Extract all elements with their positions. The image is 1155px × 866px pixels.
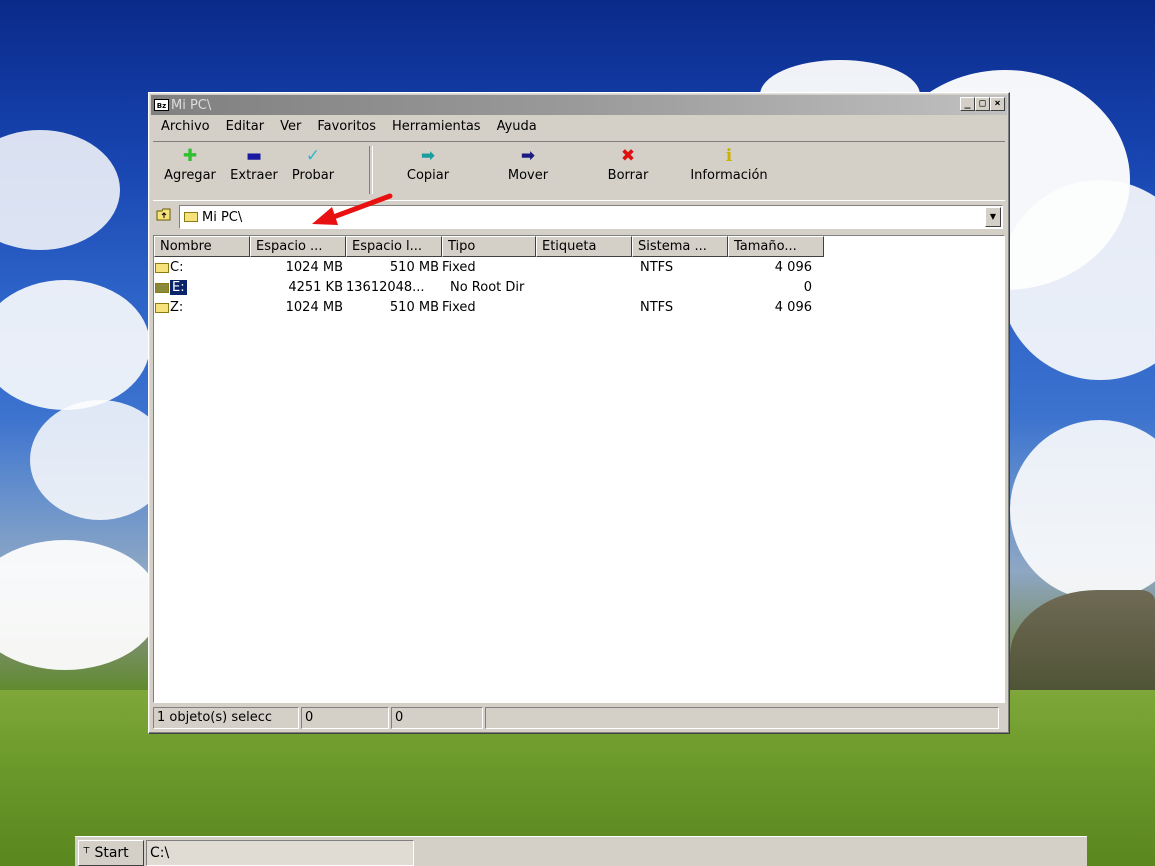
- info-icon: i: [725, 146, 733, 166]
- menu-herramientas[interactable]: Herramientas: [384, 117, 489, 137]
- drive-name: C:: [170, 260, 184, 275]
- copy-button[interactable]: ➡ Copiar: [393, 146, 463, 183]
- drive-name: E:: [170, 280, 187, 295]
- cluster-size: 4 096: [774, 300, 812, 315]
- add-label: Agregar: [164, 168, 216, 183]
- total-space: 4251 KB: [288, 280, 343, 295]
- maximize-button[interactable]: □: [975, 97, 990, 111]
- file-system: NTFS: [640, 300, 674, 315]
- move-arrow-icon: ➡: [520, 146, 536, 166]
- file-system: [632, 278, 728, 298]
- folder-icon: [184, 212, 198, 222]
- menu-bar: Archivo Editar Ver Favoritos Herramienta…: [153, 117, 545, 137]
- toolbar: ✚ Agregar ▬ Extraer ✓ Probar ➡ Copiar ➡ …: [153, 141, 1005, 201]
- free-space: 510 MB: [389, 260, 439, 275]
- drive-icon: [155, 302, 169, 313]
- menu-ayuda[interactable]: Ayuda: [489, 117, 545, 137]
- file-manager-window: Bz Mi PC\ _ □ × Archivo Editar Ver Favor…: [148, 92, 1010, 734]
- red-arrow-annotation-icon: [312, 193, 393, 225]
- add-button[interactable]: ✚ Agregar: [159, 146, 221, 183]
- start-flag-icon: ⸆: [83, 845, 90, 861]
- info-label: Información: [690, 168, 768, 183]
- drive-label: [536, 298, 632, 318]
- table-row[interactable]: Z: 1024 MB 510 MB Fixed NTFS 4 096: [154, 298, 824, 318]
- drive-icon: [155, 262, 169, 273]
- delete-button[interactable]: ✖ Borrar: [593, 146, 663, 183]
- menu-editar[interactable]: Editar: [218, 117, 273, 137]
- file-system: NTFS: [640, 260, 674, 275]
- col-espacio-total[interactable]: Espacio ...: [250, 236, 346, 257]
- extract-label: Extraer: [230, 168, 278, 183]
- drive-name: Z:: [170, 300, 184, 315]
- info-button[interactable]: i Información: [677, 146, 781, 183]
- check-icon: ✓: [305, 146, 321, 166]
- col-espacio-libre[interactable]: Espacio l...: [346, 236, 442, 257]
- total-space: 1024 MB: [285, 260, 343, 275]
- test-button[interactable]: ✓ Probar: [285, 146, 341, 183]
- drive-icon: [155, 282, 169, 293]
- col-sistema[interactable]: Sistema ...: [632, 236, 728, 257]
- status-size: 0: [301, 707, 389, 729]
- delete-x-icon: ✖: [620, 146, 636, 166]
- col-tamano[interactable]: Tamaño...: [728, 236, 824, 257]
- move-label: Mover: [507, 168, 549, 183]
- address-bar: Mi PC\ ▼: [153, 203, 1005, 231]
- menu-ver[interactable]: Ver: [272, 117, 309, 137]
- drive-type: Fixed: [442, 300, 476, 315]
- chevron-down-icon[interactable]: ▼: [985, 207, 1001, 227]
- free-space: 510 MB: [389, 300, 439, 315]
- copy-arrow-icon: ➡: [420, 146, 436, 166]
- test-label: Probar: [291, 168, 335, 183]
- column-headers: Nombre Espacio ... Espacio l... Tipo Eti…: [154, 236, 824, 257]
- drive-label: [536, 258, 632, 278]
- window-title: Mi PC\: [171, 97, 212, 113]
- drive-label: [536, 278, 632, 298]
- cluster-size: 0: [803, 280, 812, 295]
- delete-label: Borrar: [607, 168, 649, 183]
- up-folder-icon[interactable]: [155, 207, 173, 225]
- cluster-size: 4 096: [774, 260, 812, 275]
- start-button[interactable]: ⸆ Start: [78, 840, 144, 866]
- table-row[interactable]: C: 1024 MB 510 MB Fixed NTFS 4 096: [154, 258, 824, 278]
- free-space: 13612048...: [346, 280, 425, 295]
- minus-icon: ▬: [245, 146, 263, 166]
- table-row[interactable]: E: 4251 KB 13612048... No Root Dir 0: [154, 278, 824, 298]
- taskbar-item[interactable]: C:\: [146, 840, 414, 866]
- menu-favoritos[interactable]: Favoritos: [309, 117, 384, 137]
- address-combo[interactable]: Mi PC\ ▼: [179, 205, 1003, 229]
- status-packed-size: 0: [391, 707, 483, 729]
- extract-button[interactable]: ▬ Extraer: [223, 146, 285, 183]
- menu-archivo[interactable]: Archivo: [153, 117, 218, 137]
- plus-icon: ✚: [182, 146, 198, 166]
- app-icon: Bz: [154, 99, 169, 111]
- title-bar[interactable]: Bz Mi PC\ _ □ ×: [151, 95, 1007, 115]
- toolbar-separator: [369, 146, 373, 194]
- address-path: Mi PC\: [202, 209, 243, 225]
- close-button[interactable]: ×: [990, 97, 1005, 111]
- col-tipo[interactable]: Tipo: [442, 236, 536, 257]
- copy-label: Copiar: [406, 168, 450, 183]
- move-button[interactable]: ➡ Mover: [493, 146, 563, 183]
- col-nombre[interactable]: Nombre: [154, 236, 250, 257]
- total-space: 1024 MB: [285, 300, 343, 315]
- col-etiqueta[interactable]: Etiqueta: [536, 236, 632, 257]
- start-label: Start: [94, 845, 129, 861]
- drive-type: Fixed: [442, 260, 476, 275]
- status-bar: 1 objeto(s) selecc 0 0: [153, 707, 1005, 731]
- drive-list[interactable]: Nombre Espacio ... Espacio l... Tipo Eti…: [153, 235, 1005, 703]
- status-selected: 1 objeto(s) selecc: [153, 707, 299, 729]
- status-extra: [485, 707, 999, 729]
- minimize-button[interactable]: _: [960, 97, 975, 111]
- taskbar: ⸆ Start C:\: [75, 836, 1087, 866]
- drive-type: No Root Dir: [450, 280, 525, 295]
